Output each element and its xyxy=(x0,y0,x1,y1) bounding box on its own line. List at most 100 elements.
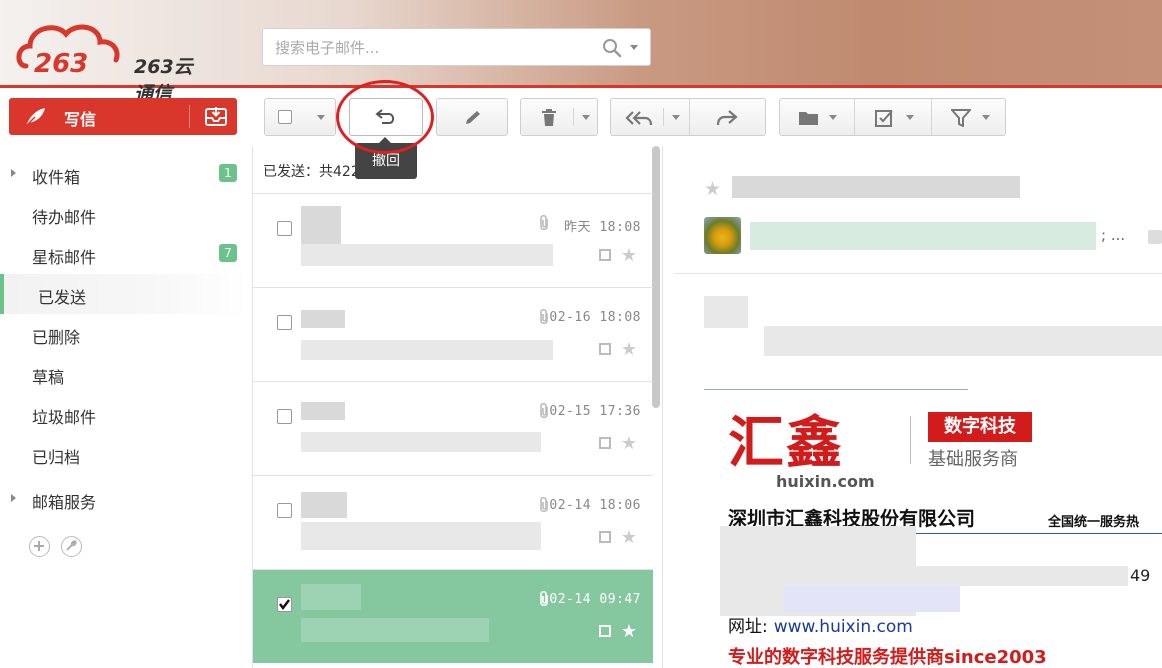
add-folder-button[interactable] xyxy=(29,536,50,557)
star-icon[interactable]: ★ xyxy=(621,621,637,642)
reply-all-icon[interactable] xyxy=(625,109,653,127)
divider xyxy=(854,99,855,135)
receive-mail-icon[interactable] xyxy=(204,105,228,127)
compose-divider xyxy=(189,105,190,128)
mark-checkbox-icon[interactable] xyxy=(874,108,894,128)
duplicate-icon[interactable] xyxy=(599,437,611,449)
select-all-checkbox[interactable] xyxy=(278,110,292,124)
star-icon[interactable]: ★ xyxy=(621,433,637,454)
sidebar-item-todo[interactable]: 待办邮件 xyxy=(0,194,250,234)
mail-date: 昨天 18:08 xyxy=(564,220,641,235)
duplicate-icon[interactable] xyxy=(599,625,611,637)
search-box[interactable] xyxy=(262,28,651,66)
attachment-icon xyxy=(540,214,548,231)
recipients-more[interactable]: ; ... xyxy=(1101,226,1125,244)
redacted-content xyxy=(704,296,748,328)
huixin-tag: 数字科技 xyxy=(928,412,1032,442)
sidebar-item-inbox[interactable]: 收件箱 1 xyxy=(0,154,250,194)
svg-text:263: 263 xyxy=(34,49,88,76)
chevron-down-icon[interactable] xyxy=(982,115,990,120)
search-input[interactable] xyxy=(275,37,595,59)
expand-arrow-icon[interactable] xyxy=(11,169,16,177)
mail-row[interactable]: 昨天 18:08 ★ xyxy=(253,193,653,287)
scrollbar[interactable] xyxy=(652,146,660,408)
mail-row-selected[interactable]: 02-14 09:47 ★ xyxy=(253,569,653,663)
chevron-down-icon[interactable] xyxy=(829,115,837,120)
sidebar-item-archived[interactable]: 已归档 xyxy=(0,434,250,474)
mail-row[interactable]: 02-15 17:36 ★ xyxy=(253,381,653,475)
sidebar-item-label: 收件箱 xyxy=(32,168,81,187)
filter-icon[interactable] xyxy=(951,109,971,127)
sidebar-item-deleted[interactable]: 已删除 xyxy=(0,314,250,354)
redacted-content xyxy=(301,402,345,420)
mail-list: 已发送：共422封 昨天 18:08 ★ 02-16 18:08 ★ 02-15… xyxy=(252,146,663,668)
duplicate-icon[interactable] xyxy=(599,343,611,355)
row-checkbox-checked[interactable] xyxy=(277,597,292,612)
mail-row[interactable]: 02-14 18:06 ★ xyxy=(253,475,653,569)
avatar[interactable] xyxy=(704,217,741,254)
mail-date: 02-14 09:47 xyxy=(549,592,641,607)
highlight-circle xyxy=(336,80,434,154)
expand-recipients-icon[interactable] xyxy=(1148,230,1162,244)
redacted-content xyxy=(764,326,1162,356)
plus-icon xyxy=(34,541,44,551)
star-icon[interactable]: ★ xyxy=(704,178,721,200)
star-icon[interactable]: ★ xyxy=(621,339,637,360)
hotline-label: 全国统一服务热 xyxy=(1048,515,1140,530)
mail-date: 02-15 17:36 xyxy=(549,404,641,419)
checkmark-icon xyxy=(279,599,290,610)
top-header: 263 263云通信 xyxy=(0,0,1162,105)
feather-icon xyxy=(24,108,45,128)
sidebar-item-label: 星标邮件 xyxy=(32,248,97,267)
forward-icon[interactable] xyxy=(715,109,739,127)
sidebar-item-drafts[interactable]: 草稿 xyxy=(0,354,250,394)
duplicate-icon[interactable] xyxy=(599,531,611,543)
chevron-down-icon xyxy=(317,115,325,120)
sidebar-item-label: 已发送 xyxy=(38,288,87,307)
duplicate-icon[interactable] xyxy=(599,249,611,261)
row-checkbox[interactable] xyxy=(277,409,292,424)
folder-icon[interactable] xyxy=(798,110,820,126)
redacted-contact xyxy=(784,566,1128,586)
compose-label: 写信 xyxy=(64,110,97,129)
edit-button[interactable] xyxy=(436,98,508,136)
redacted-content xyxy=(301,432,541,452)
expand-arrow-icon[interactable] xyxy=(11,494,16,502)
chevron-down-icon[interactable] xyxy=(672,115,680,120)
sidebar-item-starred[interactable]: 星标邮件 7 xyxy=(0,234,250,274)
sidebar-item-spam[interactable]: 垃圾邮件 xyxy=(0,394,250,434)
chevron-down-icon[interactable] xyxy=(582,115,590,120)
huixin-logo-text: 汇鑫 xyxy=(728,410,844,476)
organize-group[interactable] xyxy=(779,98,1006,136)
chevron-down-icon[interactable] xyxy=(906,115,914,120)
mail-row[interactable]: 02-16 18:08 ★ xyxy=(253,287,653,381)
redacted-content xyxy=(301,244,553,266)
search-options-dropdown[interactable] xyxy=(630,45,638,50)
row-checkbox[interactable] xyxy=(277,315,292,330)
settings-button[interactable] xyxy=(61,536,82,557)
reply-forward-group[interactable] xyxy=(610,98,766,136)
search-icon[interactable] xyxy=(602,38,622,58)
delete-button-group[interactable] xyxy=(520,98,598,136)
star-icon[interactable]: ★ xyxy=(621,527,637,548)
redacted-recipients xyxy=(750,222,1096,250)
divider xyxy=(573,108,574,126)
divider xyxy=(674,273,1162,274)
redacted-content xyxy=(301,310,345,328)
redacted-content xyxy=(301,206,341,246)
select-all-dropdown[interactable] xyxy=(264,98,336,136)
website-link[interactable]: www.huixin.com xyxy=(774,617,913,637)
trash-icon[interactable] xyxy=(540,108,558,128)
divider xyxy=(931,99,932,135)
mail-date: 02-16 18:08 xyxy=(549,310,641,325)
sidebar-item-sent[interactable]: 已发送 xyxy=(0,274,250,314)
sidebar-item-mailbox-services[interactable]: 邮箱服务 xyxy=(0,479,250,519)
row-checkbox[interactable] xyxy=(277,503,292,518)
star-icon[interactable]: ★ xyxy=(621,245,637,266)
row-checkbox[interactable] xyxy=(277,221,292,236)
logo[interactable]: 263 263云通信 xyxy=(16,16,201,105)
redacted-content xyxy=(301,522,541,550)
sidebar-item-label: 垃圾邮件 xyxy=(32,408,97,427)
huixin-logo-url: huixin.com xyxy=(776,472,875,491)
compose-button[interactable]: 写信 xyxy=(9,98,237,135)
